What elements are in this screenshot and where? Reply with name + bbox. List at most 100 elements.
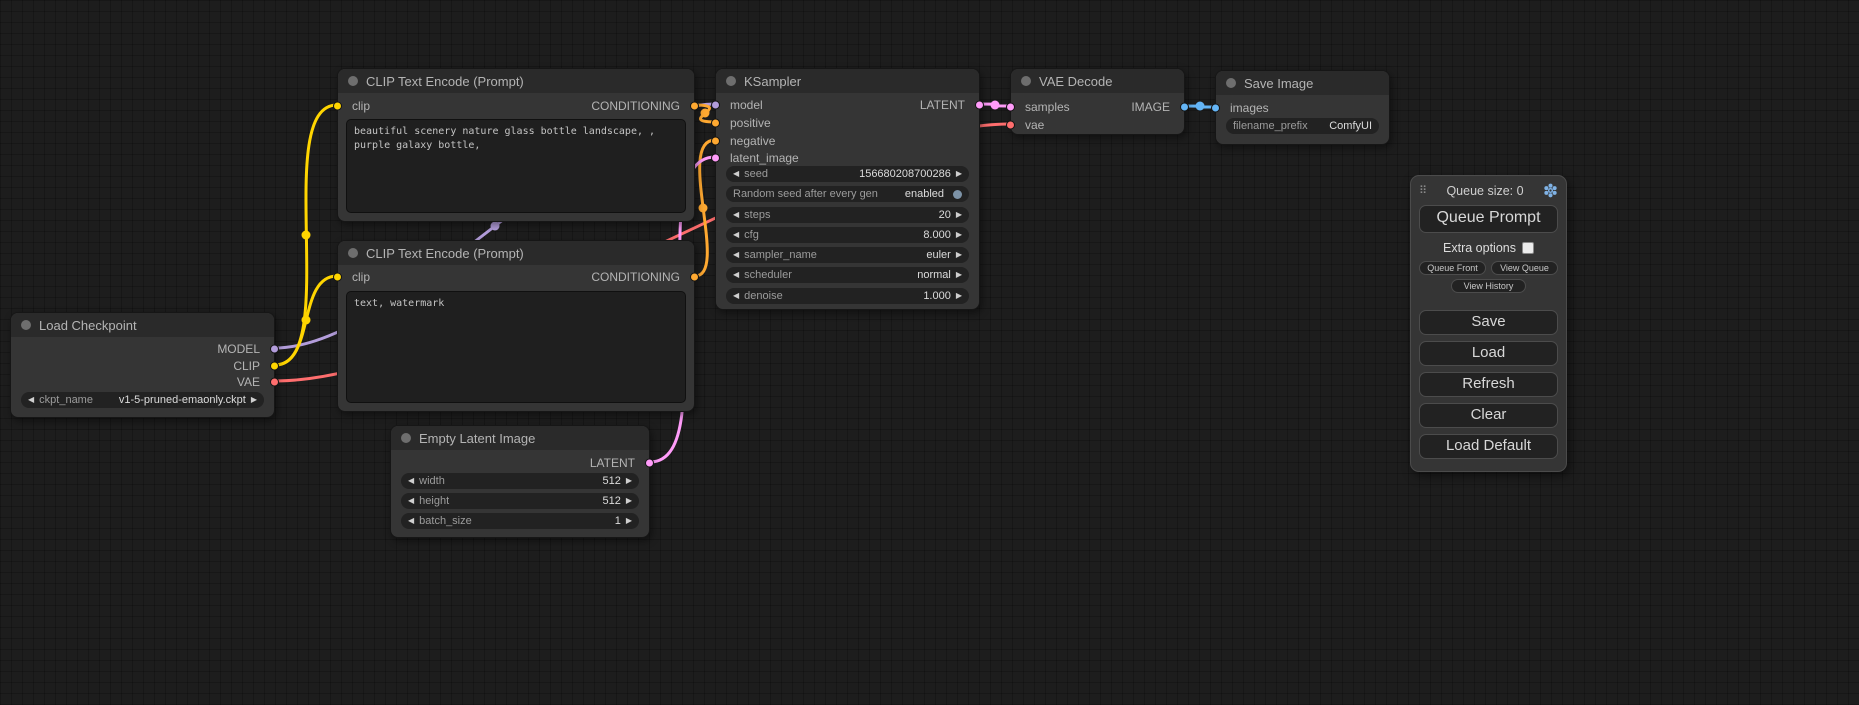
widget-seed[interactable]: ◀ seed 156680208700286 ▶ [726, 166, 969, 182]
extra-options-checkbox[interactable] [1522, 242, 1534, 254]
clip-output-port[interactable] [270, 362, 279, 371]
node-title-bar[interactable]: VAE Decode [1011, 69, 1184, 93]
comfy-menu-panel[interactable]: ⠿ Queue size: 0 Queue Prompt [1410, 175, 1567, 472]
collapse-dot-icon[interactable] [1021, 76, 1031, 86]
widget-value: enabled [905, 188, 944, 200]
node-title-bar[interactable]: CLIP Text Encode (Prompt) [338, 69, 694, 93]
widget-batch-size[interactable]: ◀ batch_size 1 ▶ [401, 513, 639, 529]
arrow-right-icon[interactable]: ▶ [956, 211, 962, 219]
arrow-left-icon[interactable]: ◀ [733, 170, 739, 178]
arrow-left-icon[interactable]: ◀ [733, 271, 739, 279]
widget-height[interactable]: ◀ height 512 ▶ [401, 493, 639, 509]
collapse-dot-icon[interactable] [348, 76, 358, 86]
widget-width[interactable]: ◀ width 512 ▶ [401, 473, 639, 489]
node-title-bar[interactable]: Empty Latent Image [391, 426, 649, 450]
output-slot-conditioning[interactable]: CONDITIONING [338, 269, 694, 285]
node-load-checkpoint[interactable]: Load Checkpoint MODEL CLIP VAE ◀ ckpt_na… [10, 312, 275, 418]
view-history-button[interactable]: View History [1451, 279, 1527, 293]
widget-filename-prefix[interactable]: filename_prefix ComfyUI [1226, 118, 1379, 134]
output-slot-image[interactable]: IMAGE [1011, 99, 1184, 115]
image-output-port[interactable] [1180, 103, 1189, 112]
arrow-right-icon[interactable]: ▶ [956, 231, 962, 239]
conditioning-output-port[interactable] [690, 273, 699, 282]
node-empty-latent-image[interactable]: Empty Latent Image LATENT ◀ width 512 ▶ … [390, 425, 650, 538]
arrow-right-icon[interactable]: ▶ [251, 396, 257, 404]
input-slot-latent-image[interactable]: latent_image [716, 150, 979, 166]
output-slot-latent[interactable]: LATENT [716, 97, 979, 113]
node-clip-text-encode-negative[interactable]: CLIP Text Encode (Prompt) clip CONDITION… [337, 240, 695, 412]
latent-image-input-port[interactable] [711, 154, 720, 163]
widget-steps[interactable]: ◀ steps 20 ▶ [726, 207, 969, 223]
arrow-right-icon[interactable]: ▶ [956, 292, 962, 300]
input-slot-images[interactable]: images [1216, 100, 1389, 116]
positive-input-port[interactable] [711, 119, 720, 128]
positive-prompt-textarea[interactable]: beautiful scenery nature glass bottle la… [346, 119, 686, 213]
node-vae-decode[interactable]: VAE Decode samples IMAGE vae [1010, 68, 1185, 135]
negative-input-port[interactable] [711, 137, 720, 146]
queue-front-button[interactable]: Queue Front [1419, 261, 1486, 275]
refresh-button[interactable]: Refresh [1419, 372, 1558, 397]
output-slot-conditioning[interactable]: CONDITIONING [338, 98, 694, 114]
node-title-bar[interactable]: CLIP Text Encode (Prompt) [338, 241, 694, 265]
collapse-dot-icon[interactable] [348, 248, 358, 258]
vae-input-port[interactable] [1006, 121, 1015, 130]
collapse-dot-icon[interactable] [21, 320, 31, 330]
widget-random-seed-toggle[interactable]: Random seed after every gen enabled [726, 186, 969, 202]
input-slot-vae[interactable]: vae [1011, 117, 1184, 133]
arrow-left-icon[interactable]: ◀ [733, 292, 739, 300]
slot-label: images [1230, 101, 1269, 115]
latent-output-port[interactable] [975, 101, 984, 110]
node-title-bar[interactable]: KSampler [716, 69, 979, 93]
slot-label: LATENT [920, 98, 965, 112]
load-default-button[interactable]: Load Default [1419, 434, 1558, 459]
input-slot-negative[interactable]: negative [716, 133, 979, 149]
arrow-left-icon[interactable]: ◀ [408, 517, 414, 525]
node-ksampler[interactable]: KSampler model LATENT positive negative … [715, 68, 980, 310]
arrow-right-icon[interactable]: ▶ [626, 477, 632, 485]
node-save-image[interactable]: Save Image images filename_prefix ComfyU… [1215, 70, 1390, 145]
load-button[interactable]: Load [1419, 341, 1558, 366]
save-button[interactable]: Save [1419, 310, 1558, 335]
collapse-dot-icon[interactable] [401, 433, 411, 443]
collapse-dot-icon[interactable] [726, 76, 736, 86]
latent-output-port[interactable] [645, 459, 654, 468]
clear-button[interactable]: Clear [1419, 403, 1558, 428]
images-input-port[interactable] [1211, 104, 1220, 113]
toggle-indicator-icon[interactable] [953, 190, 962, 199]
collapse-dot-icon[interactable] [1226, 78, 1236, 88]
arrow-left-icon[interactable]: ◀ [733, 251, 739, 259]
widget-scheduler[interactable]: ◀ scheduler normal ▶ [726, 267, 969, 283]
view-queue-button[interactable]: View Queue [1491, 261, 1558, 275]
arrow-right-icon[interactable]: ▶ [956, 170, 962, 178]
arrow-left-icon[interactable]: ◀ [408, 497, 414, 505]
output-slot-vae[interactable]: VAE [11, 374, 274, 390]
arrow-right-icon[interactable]: ▶ [956, 271, 962, 279]
widget-denoise[interactable]: ◀ denoise 1.000 ▶ [726, 288, 969, 304]
model-output-port[interactable] [270, 345, 279, 354]
conditioning-output-port[interactable] [690, 102, 699, 111]
settings-gear-icon[interactable] [1543, 183, 1558, 198]
output-slot-latent[interactable]: LATENT [391, 455, 649, 471]
wire-clip-negative [275, 276, 337, 365]
arrow-right-icon[interactable]: ▶ [626, 517, 632, 525]
arrow-left-icon[interactable]: ◀ [28, 396, 34, 404]
negative-prompt-textarea[interactable]: text, watermark [346, 291, 686, 403]
output-slot-clip[interactable]: CLIP [11, 358, 274, 374]
widget-cfg[interactable]: ◀ cfg 8.000 ▶ [726, 227, 969, 243]
node-clip-text-encode-positive[interactable]: CLIP Text Encode (Prompt) clip CONDITION… [337, 68, 695, 222]
vae-output-port[interactable] [270, 378, 279, 387]
graph-canvas[interactable]: Load Checkpoint MODEL CLIP VAE ◀ ckpt_na… [0, 0, 1859, 705]
node-title-bar[interactable]: Save Image [1216, 71, 1389, 95]
arrow-left-icon[interactable]: ◀ [733, 231, 739, 239]
arrow-right-icon[interactable]: ▶ [956, 251, 962, 259]
output-slot-model[interactable]: MODEL [11, 341, 274, 357]
widget-ckpt-name[interactable]: ◀ ckpt_name v1-5-pruned-emaonly.ckpt ▶ [21, 392, 264, 408]
arrow-left-icon[interactable]: ◀ [408, 477, 414, 485]
queue-prompt-button[interactable]: Queue Prompt [1419, 205, 1558, 233]
arrow-right-icon[interactable]: ▶ [626, 497, 632, 505]
widget-sampler-name[interactable]: ◀ sampler_name euler ▶ [726, 247, 969, 263]
drag-handle-icon[interactable]: ⠿ [1419, 184, 1427, 197]
arrow-left-icon[interactable]: ◀ [733, 211, 739, 219]
node-title-bar[interactable]: Load Checkpoint [11, 313, 274, 337]
input-slot-positive[interactable]: positive [716, 115, 979, 131]
